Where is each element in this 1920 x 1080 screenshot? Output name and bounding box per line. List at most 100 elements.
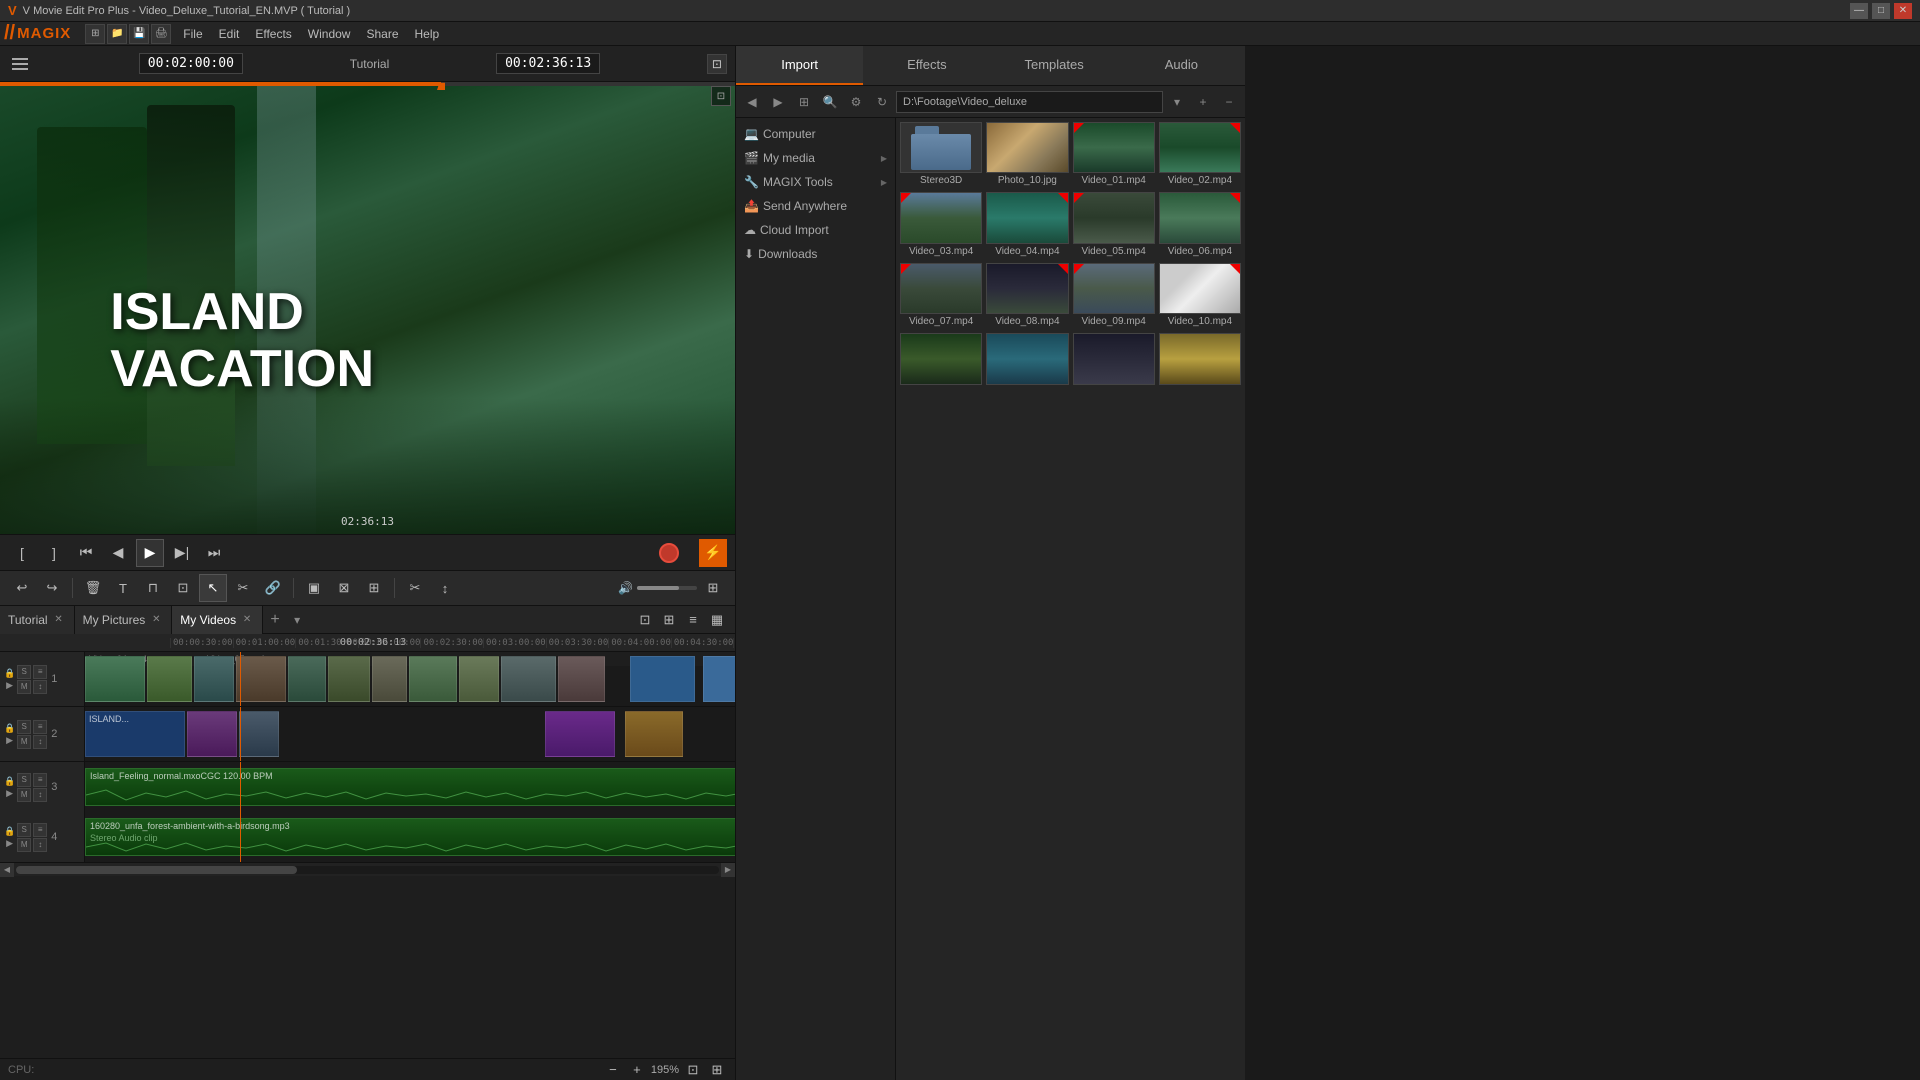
track-1-clip-7[interactable]	[372, 656, 407, 702]
sidebar-item-cloud-import[interactable]: ☁ Cloud Import	[736, 218, 895, 242]
media-item-video12[interactable]	[986, 333, 1068, 388]
media-item-video06[interactable]: Video_06.mp4	[1159, 192, 1241, 258]
menu-help[interactable]: Help	[407, 25, 448, 43]
media-item-video05[interactable]: Video_05.mp4	[1073, 192, 1155, 258]
track-4-lock[interactable]: 🔒	[4, 826, 15, 837]
track-1-clip-2[interactable]	[147, 656, 192, 702]
media-item-video14[interactable]	[1159, 333, 1241, 388]
track-1-m-btn[interactable]: M	[17, 680, 31, 694]
add-folder-btn[interactable]: +	[1191, 90, 1215, 114]
track-1-fx-btn[interactable]: ≡	[33, 665, 47, 679]
track-2-fx-btn[interactable]: ≡	[33, 720, 47, 734]
quick-export-btn[interactable]: ⚡	[699, 539, 727, 567]
tab-add-btn[interactable]: +	[263, 606, 287, 634]
nav-forward-btn[interactable]: ▶	[766, 90, 790, 114]
track-1-lock[interactable]: 🔒	[4, 668, 15, 679]
zoom-out-btn[interactable]: −	[603, 1061, 623, 1079]
undo-btn[interactable]: ↩	[8, 574, 36, 602]
track-2-vol-btn[interactable]: ↕	[33, 735, 47, 749]
track-1-vol-btn[interactable]: ↕	[33, 680, 47, 694]
group-btn[interactable]: ⊡	[169, 574, 197, 602]
media-thumb-video08[interactable]	[986, 263, 1068, 314]
media-thumb-video02[interactable]	[1159, 122, 1241, 173]
split-btn[interactable]: ⊞	[360, 574, 388, 602]
track-1-clip-5[interactable]	[288, 656, 326, 702]
tab-audio[interactable]: Audio	[1118, 46, 1245, 85]
media-thumb-video07[interactable]	[900, 263, 982, 314]
mark-out-btn[interactable]: ]	[40, 539, 68, 567]
track-3-content[interactable]: Island_Feeling_normal.mxoCGC 120.00 BPM	[85, 762, 735, 812]
track-1-clip-9[interactable]	[459, 656, 499, 702]
insert-btn[interactable]: ↕	[431, 574, 459, 602]
track-3-fx-btn[interactable]: ≡	[33, 773, 47, 787]
media-thumb-video05[interactable]	[1073, 192, 1155, 243]
timeline-scrollbar[interactable]: ◀ ▶	[0, 862, 735, 876]
media-item-video11[interactable]	[900, 333, 982, 388]
minimize-button[interactable]: —	[1850, 3, 1868, 19]
track-2-clip-5[interactable]	[625, 711, 683, 757]
next-frame-btn[interactable]: ▶|	[168, 539, 196, 567]
title-btn[interactable]: T	[109, 574, 137, 602]
volume-slider[interactable]	[637, 586, 697, 590]
track-1-clip-6[interactable]	[328, 656, 370, 702]
tab-tutorial[interactable]: Tutorial ✕	[0, 606, 75, 634]
tab-my-videos[interactable]: My Videos ✕	[172, 606, 263, 634]
timeline-view-btn-2[interactable]: ⊞	[659, 610, 679, 630]
sidebar-item-computer[interactable]: 💻 Computer	[736, 122, 895, 146]
track-4-audio-clip[interactable]: 160280_unfa_forest-ambient-with-a-birdso…	[85, 818, 735, 856]
hamburger-menu[interactable]	[8, 52, 32, 76]
preview-fullscreen-btn[interactable]: ⊡	[711, 86, 731, 106]
remove-folder-btn[interactable]: −	[1217, 90, 1241, 114]
sidebar-item-send-anywhere[interactable]: 📤 Send Anywhere	[736, 194, 895, 218]
menu-edit[interactable]: Edit	[211, 25, 248, 43]
track-2-m-btn[interactable]: M	[17, 735, 31, 749]
timeline-view-btn-1[interactable]: ⊡	[635, 610, 655, 630]
track-1-s-btn[interactable]: S	[17, 665, 31, 679]
sidebar-item-downloads[interactable]: ⬇ Downloads	[736, 242, 895, 266]
track-2-title-clip[interactable]: ISLAND...	[85, 711, 185, 757]
prev-marker-btn[interactable]: ⏮	[72, 539, 100, 567]
timeline-view-btn-4[interactable]: ▦	[707, 610, 727, 630]
prev-frame-btn[interactable]: ◀	[104, 539, 132, 567]
preview-progress-bar[interactable]	[0, 82, 735, 86]
scroll-right-btn[interactable]: ▶	[721, 863, 735, 877]
record-btn[interactable]	[659, 543, 679, 563]
search-btn[interactable]: 🔍	[818, 90, 842, 114]
zoom-in-btn[interactable]: +	[627, 1061, 647, 1079]
select-btn[interactable]: ▣	[300, 574, 328, 602]
track-1-clip-8[interactable]	[409, 656, 457, 702]
media-item-video08[interactable]: Video_08.mp4	[986, 263, 1068, 329]
media-item-video13[interactable]	[1073, 333, 1155, 388]
media-thumb-video14[interactable]	[1159, 333, 1241, 384]
preview-options-btn[interactable]: ⊡	[707, 54, 727, 74]
media-item-video03[interactable]: Video_03.mp4	[900, 192, 982, 258]
media-thumb-video09[interactable]	[1073, 263, 1155, 314]
tab-dropdown-btn[interactable]: ▾	[287, 606, 307, 634]
expand-timeline-btn[interactable]: ⊞	[707, 1061, 727, 1079]
media-thumb-video13[interactable]	[1073, 333, 1155, 384]
track-3-vol-btn[interactable]: ↕	[33, 788, 47, 802]
track-4-fx-btn[interactable]: ≡	[33, 823, 47, 837]
next-marker-btn[interactable]: ⏭	[200, 539, 228, 567]
trim-btn[interactable]: ⊠	[330, 574, 358, 602]
media-item-video01[interactable]: Video_01.mp4	[1073, 122, 1155, 188]
media-thumb-video11[interactable]	[900, 333, 982, 384]
track-2-lock[interactable]: 🔒	[4, 723, 15, 734]
track-4-m-btn[interactable]: M	[17, 838, 31, 852]
scroll-track[interactable]	[16, 866, 719, 874]
tab-my-videos-close[interactable]: ✕	[240, 613, 254, 627]
toolbar-icon-2[interactable]: 📁	[107, 24, 127, 44]
nav-back-btn[interactable]: ◀	[740, 90, 764, 114]
play-btn[interactable]: ▶	[136, 539, 164, 567]
scroll-left-btn[interactable]: ◀	[0, 863, 14, 877]
expand-btn[interactable]: ⊞	[699, 574, 727, 602]
track-2-content[interactable]: ISLAND...	[85, 707, 735, 761]
snap-btn[interactable]: ⊓	[139, 574, 167, 602]
tab-my-pictures-close[interactable]: ✕	[149, 613, 163, 627]
mouse-btn[interactable]: ↖	[199, 574, 227, 602]
media-item-video10[interactable]: Video_10.mp4	[1159, 263, 1241, 329]
scroll-thumb[interactable]	[16, 866, 297, 874]
track-3-lock[interactable]: 🔒	[4, 776, 15, 787]
track-4-vol-btn[interactable]: ↕	[33, 838, 47, 852]
track-4-s-btn[interactable]: S	[17, 823, 31, 837]
